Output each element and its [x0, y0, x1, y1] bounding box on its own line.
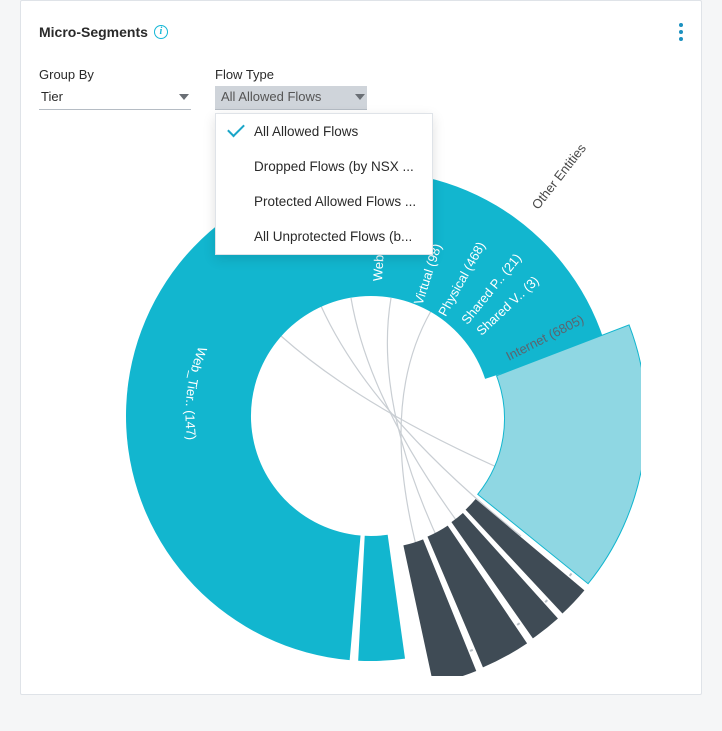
dropdown-item-all-allowed[interactable]: All Allowed Flows — [216, 114, 432, 149]
segment-web-tier-2[interactable] — [358, 535, 405, 661]
panel-title-row: Micro-Segments i — [39, 24, 168, 40]
flow-type-select[interactable]: All Allowed Flows — [215, 86, 367, 110]
panel-title: Micro-Segments — [39, 24, 148, 40]
group-by-label: Group By — [39, 67, 191, 82]
dropdown-item-dropped[interactable]: Dropped Flows (by NSX ... — [216, 149, 432, 184]
chevron-down-icon — [355, 94, 365, 100]
flow-type-label: Flow Type — [215, 67, 367, 82]
flow-type-filter: Flow Type All Allowed Flows — [215, 67, 367, 110]
chevron-down-icon — [179, 94, 189, 100]
group-by-filter: Group By Tier — [39, 67, 191, 110]
other-entities-label: Other Entities — [529, 140, 590, 212]
micro-segments-panel: Micro-Segments i Group By Tier Flow Type — [20, 0, 702, 695]
flow-type-value: All Allowed Flows — [221, 89, 321, 104]
group-by-select[interactable]: Tier — [39, 86, 191, 110]
filter-bar: Group By Tier Flow Type All Allowed Flow… — [21, 47, 701, 110]
info-icon[interactable]: i — [154, 25, 168, 39]
dropdown-item-protected[interactable]: Protected Allowed Flows ... — [216, 184, 432, 219]
flow-type-dropdown: All Allowed Flows Dropped Flows (by NSX … — [215, 113, 433, 255]
group-by-value: Tier — [41, 89, 63, 104]
dropdown-item-unprotected[interactable]: All Unprotected Flows (b... — [216, 219, 432, 254]
kebab-menu-icon[interactable] — [673, 17, 689, 47]
